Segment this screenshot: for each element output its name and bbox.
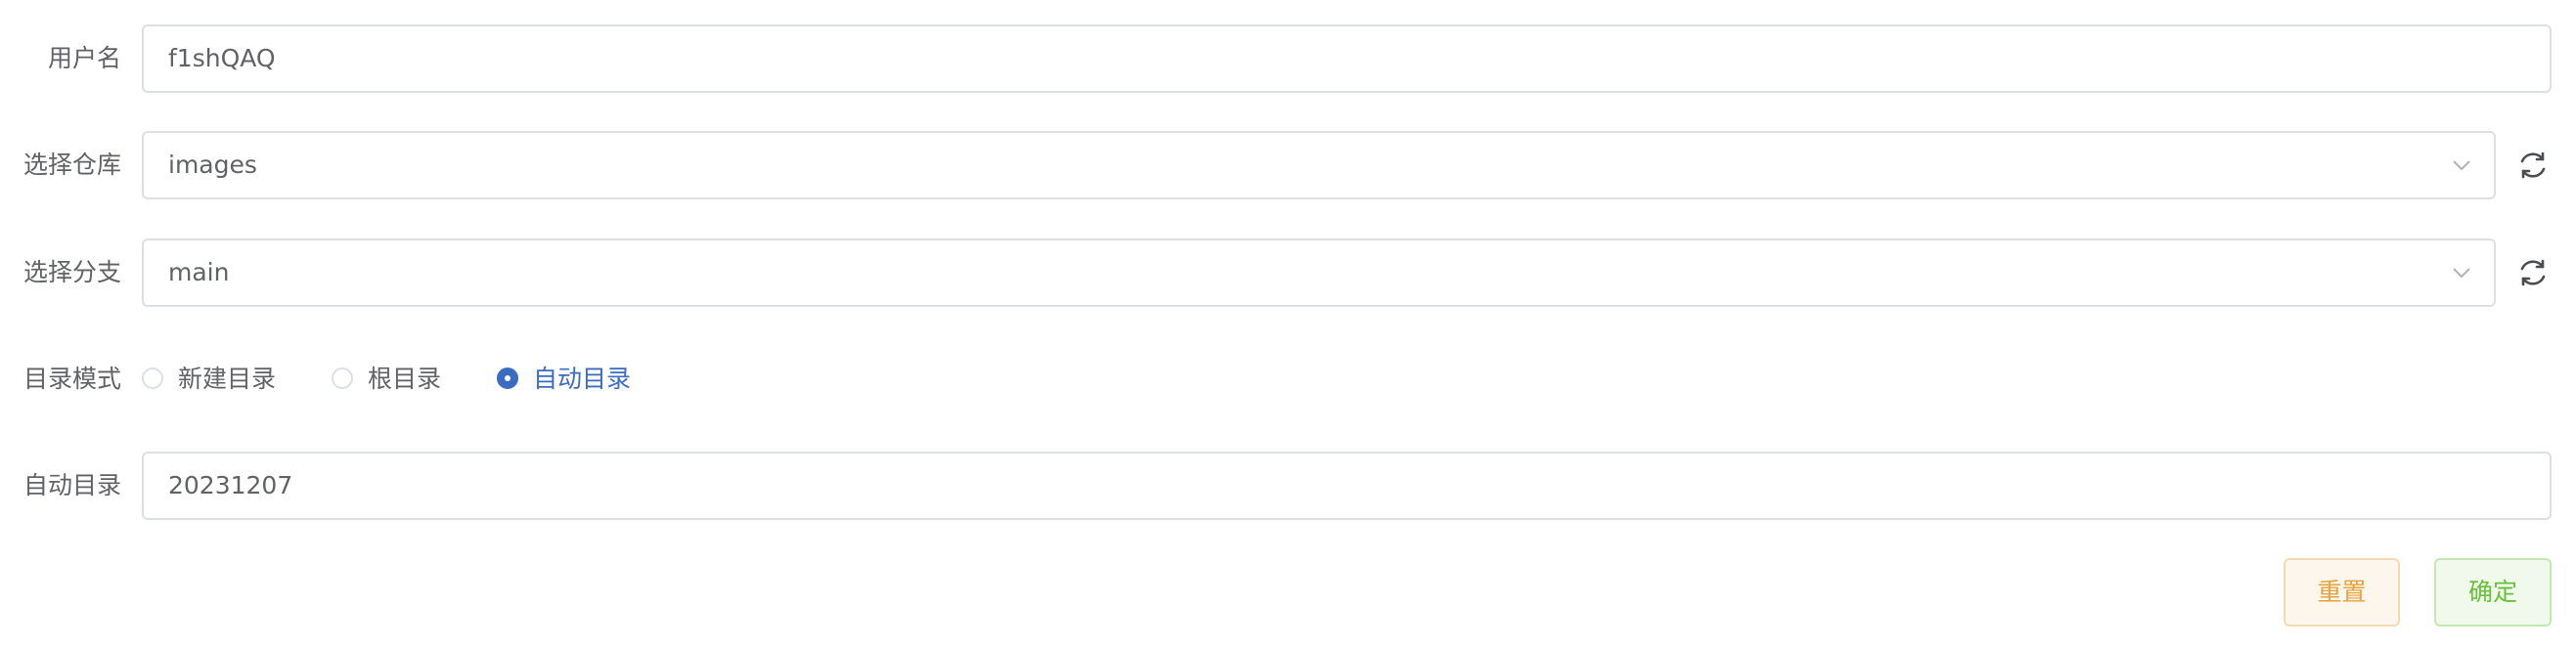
directory-mode-row: 目录模式 新建目录 根目录 自动目录: [0, 345, 2576, 413]
radio-label: 新建目录: [178, 365, 277, 393]
repository-row: 选择仓库 images: [0, 131, 2576, 199]
branch-select-value: main: [168, 258, 230, 286]
repository-select-value: images: [168, 151, 257, 179]
directory-mode-label: 目录模式: [22, 365, 121, 393]
reset-button[interactable]: 重置: [2284, 558, 2400, 627]
refresh-icon[interactable]: [2516, 256, 2550, 289]
radio-label: 根目录: [368, 365, 442, 393]
radio-circle-checked: [497, 368, 518, 389]
auto-directory-input[interactable]: 20231207: [142, 452, 2552, 520]
auto-directory-label: 自动目录: [22, 471, 121, 499]
chevron-down-icon: [2453, 160, 2470, 171]
branch-label: 选择分支: [22, 258, 121, 286]
repository-select[interactable]: images: [142, 131, 2496, 199]
branch-row: 选择分支 main: [0, 238, 2576, 307]
branch-select[interactable]: main: [142, 238, 2496, 307]
username-label: 用户名: [47, 44, 121, 72]
chevron-down-icon: [2453, 268, 2470, 279]
radio-circle: [332, 368, 353, 389]
auto-directory-row: 自动目录 20231207: [0, 452, 2576, 520]
refresh-icon[interactable]: [2516, 149, 2550, 182]
radio-label: 自动目录: [533, 365, 632, 393]
repository-label: 选择仓库: [22, 151, 121, 179]
radio-circle: [142, 368, 163, 389]
username-input[interactable]: f1shQAQ: [142, 24, 2552, 93]
confirm-button[interactable]: 确定: [2434, 558, 2552, 627]
username-row: 用户名 f1shQAQ: [0, 24, 2576, 93]
